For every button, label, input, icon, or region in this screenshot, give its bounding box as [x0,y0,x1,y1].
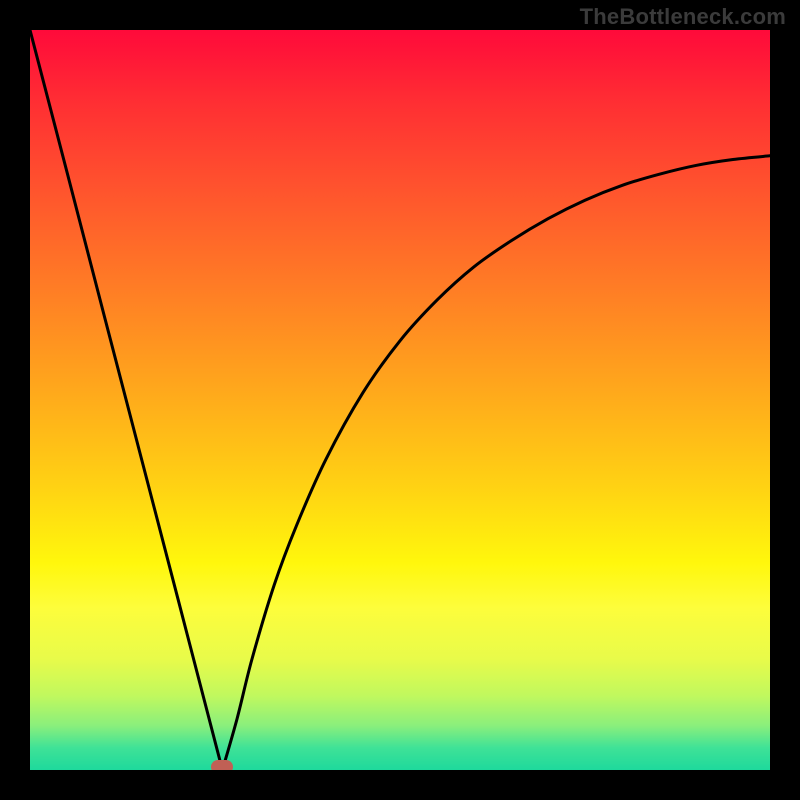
plot-area [30,30,770,770]
bottleneck-curve [30,30,770,770]
optimal-point-marker [211,760,233,770]
chart-frame: TheBottleneck.com [0,0,800,800]
watermark-text: TheBottleneck.com [580,4,786,30]
curve-svg [30,30,770,770]
